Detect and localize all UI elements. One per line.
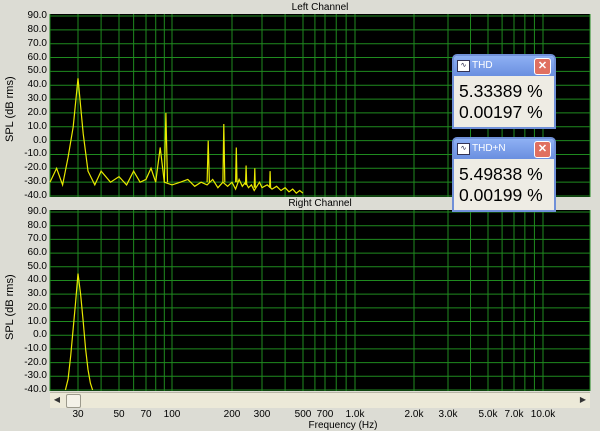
x-tick-label: 7.0k (504, 409, 524, 420)
app-icon: ∿ (457, 60, 470, 72)
y-tick-label: -40.0 (24, 190, 47, 201)
y-tick-label: 50.0 (27, 65, 47, 77)
x-tick-label: 700 (316, 409, 334, 420)
thdn-window[interactable]: ∿ THD+N ✕ 5.49838 % 0.00199 % (452, 137, 556, 212)
y-tick-label: 10.0 (27, 315, 47, 327)
close-icon[interactable]: ✕ (534, 141, 551, 158)
close-icon[interactable]: ✕ (534, 58, 551, 75)
x-tick-label: 500 (294, 409, 312, 420)
x-tick-label: 30 (72, 409, 84, 420)
thd-value-second: 0.00197 % (459, 102, 543, 122)
spectrum-trace (244, 165, 248, 185)
scroll-right-icon[interactable]: ▶ (576, 393, 590, 407)
y-tick-label: -10.0 (24, 342, 47, 354)
x-tick-label: 1.0k (345, 409, 365, 420)
y-tick-label: 80.0 (27, 23, 47, 35)
y-tick-label: -20.0 (24, 356, 47, 368)
x-tick-label: 50 (113, 409, 125, 420)
right-plot-area[interactable] (50, 210, 590, 391)
scroll-thumb[interactable] (66, 394, 81, 408)
y-tick-label: 50.0 (27, 260, 47, 272)
horizontal-scrollbar[interactable]: ◀ ▶ (50, 392, 590, 408)
x-tick-label: 10.0k (530, 409, 556, 420)
y-tick-label: -40.0 (24, 384, 47, 395)
scroll-left-icon[interactable]: ◀ (50, 393, 64, 407)
y-tick-label: 20.0 (27, 106, 47, 118)
spectrum-trace (235, 147, 238, 183)
y-tick-label: -30.0 (24, 176, 47, 188)
y-tick-label: 70.0 (27, 233, 47, 245)
thd-window[interactable]: ∿ THD ✕ 5.33389 % 0.00197 % (452, 54, 556, 129)
y-tick-label: 60.0 (27, 51, 47, 63)
thdn-value-percent: 5.49838 % (459, 164, 543, 184)
y-tick-label: 90.0 (27, 206, 47, 217)
y-tick-label: -10.0 (24, 148, 47, 160)
app-icon: ∿ (457, 143, 470, 155)
y-tick-label: 40.0 (27, 79, 47, 91)
y-tick-label: 70.0 (27, 37, 47, 49)
y-tick-label: 30.0 (27, 288, 47, 300)
y-tick-label: 80.0 (27, 219, 47, 231)
spectrum-trace (253, 168, 256, 188)
y-tick-label: 90.0 (27, 10, 47, 21)
x-tick-label: 3.0k (438, 409, 458, 420)
y-tick-label: 0.0 (33, 134, 47, 146)
x-tick-label: 70 (140, 409, 152, 420)
y-tick-label: 20.0 (27, 301, 47, 313)
x-tick-label: 2.0k (404, 409, 424, 420)
x-tick-label: 100 (163, 409, 181, 420)
thd-value-percent: 5.33389 % (459, 81, 543, 101)
y-tick-label: -20.0 (24, 162, 47, 174)
thdn-title-bar[interactable]: ∿ THD+N ✕ (454, 139, 554, 159)
y-tick-label: 60.0 (27, 247, 47, 259)
thdn-title: THD+N (472, 143, 506, 154)
x-tick-label: 200 (223, 409, 241, 420)
y-tick-label: 10.0 (27, 120, 47, 132)
x-axis-label: Frequency (Hz) (308, 420, 378, 431)
x-tick-label: 5.0k (478, 409, 498, 420)
x-tick-label: 300 (253, 409, 271, 420)
thdn-value-second: 0.00199 % (459, 185, 543, 205)
y-tick-label: 0.0 (33, 329, 47, 341)
y-tick-label: -30.0 (24, 370, 47, 382)
y-tick-label: 40.0 (27, 274, 47, 286)
thd-title-bar[interactable]: ∿ THD ✕ (454, 56, 554, 76)
spectrum-trace (269, 171, 272, 188)
y-tick-label: 30.0 (27, 93, 47, 105)
thd-title: THD (472, 60, 493, 71)
